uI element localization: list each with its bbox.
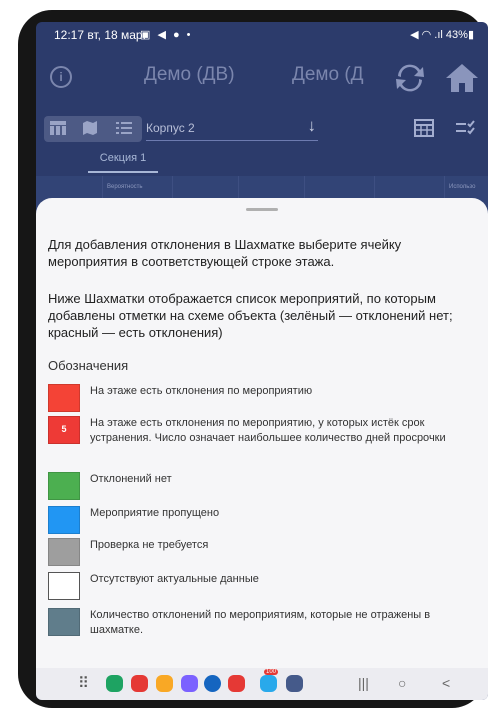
legend-swatch-badge: 5 <box>61 424 67 434</box>
project-title-secondary: Демо (Д <box>292 64 364 85</box>
info-bottom-sheet: Для добавления отклонения в Шахматке выб… <box>36 198 488 668</box>
settings-app-icon[interactable] <box>286 675 303 692</box>
app-bar: i Демо (ДВ) Демо (Д <box>36 48 488 108</box>
calendar-table-icon[interactable] <box>414 118 434 138</box>
recent-apps-button[interactable]: ||| <box>358 675 369 691</box>
chat-app-icon[interactable] <box>204 675 221 692</box>
legend-swatch <box>48 506 80 534</box>
status-bar: 12:17 вт, 18 мар. ▣ ◀ ● • ◀ ◠ .ıl 43%▮ <box>36 22 488 48</box>
phone-app-icon[interactable] <box>106 675 123 692</box>
legend-text: На этаже есть отклонения по мероприятию <box>90 385 313 397</box>
hint-paragraph-2: Ниже Шахматки отображается список меропр… <box>48 291 453 340</box>
view-mode-switch <box>44 116 142 142</box>
grid-view-icon[interactable] <box>50 121 66 135</box>
back-button[interactable]: < <box>442 675 450 691</box>
legend-swatch <box>48 384 80 412</box>
notification-icons: ▣ ◀ ● • <box>140 29 193 41</box>
notes-app-icon[interactable] <box>156 675 173 692</box>
building-select[interactable]: Корпус 2 ↓ <box>146 116 318 141</box>
status-time: 12:17 вт, 18 мар. <box>54 28 146 42</box>
project-title: Демо (ДВ) <box>144 64 235 85</box>
drag-handle[interactable] <box>246 208 278 211</box>
info-icon[interactable]: i <box>50 66 72 88</box>
section-tabs: Секция 1 <box>36 148 488 177</box>
arrow-down-icon: ↓ <box>307 116 317 135</box>
home-icon[interactable] <box>444 60 480 96</box>
sync-icon[interactable] <box>390 58 430 98</box>
video-app-icon[interactable] <box>228 675 245 692</box>
telegram-app-icon[interactable]: 100 <box>260 669 279 692</box>
map-view-icon[interactable] <box>82 121 98 135</box>
app-drawer-icon[interactable]: ⠿ <box>78 674 89 692</box>
notification-badge: 100 <box>264 669 279 675</box>
legend-text: Проверка не требуется <box>90 539 209 551</box>
messages-app-icon[interactable] <box>131 675 148 692</box>
tab-section-1[interactable]: Секция 1 <box>88 152 158 173</box>
hint-paragraph-1: Для добавления отклонения в Шахматке выб… <box>48 237 402 269</box>
contacts-app-icon[interactable] <box>181 675 198 692</box>
legend-title: Обозначения <box>48 358 129 373</box>
system-nav-bar: ⠿ 100 ||| ○ < <box>36 668 488 700</box>
legend-text: Отклонений нет <box>90 473 172 485</box>
legend-swatch <box>48 608 80 636</box>
legend-text: Мероприятие пропущено <box>90 507 220 519</box>
legend-text: Отсутствуют актуальные данные <box>90 573 259 585</box>
checklist-icon[interactable] <box>456 120 478 138</box>
device-screen: 12:17 вт, 18 мар. ▣ ◀ ● • ◀ ◠ .ıl 43%▮ i… <box>36 22 488 700</box>
legend-text: На этаже есть отклонения по мероприятию,… <box>90 417 446 444</box>
legend-text: Количество отклонений по мероприятиям, к… <box>90 609 431 636</box>
system-status-icons: ◀ ◠ .ıl 43%▮ <box>410 29 474 41</box>
legend-swatch <box>48 572 80 600</box>
legend-swatch <box>48 538 80 566</box>
toolbar: Корпус 2 ↓ <box>36 108 488 148</box>
home-button[interactable]: ○ <box>398 675 406 691</box>
list-view-icon[interactable] <box>116 121 132 135</box>
legend-swatch: 5 <box>48 416 80 444</box>
legend-swatch <box>48 472 80 500</box>
